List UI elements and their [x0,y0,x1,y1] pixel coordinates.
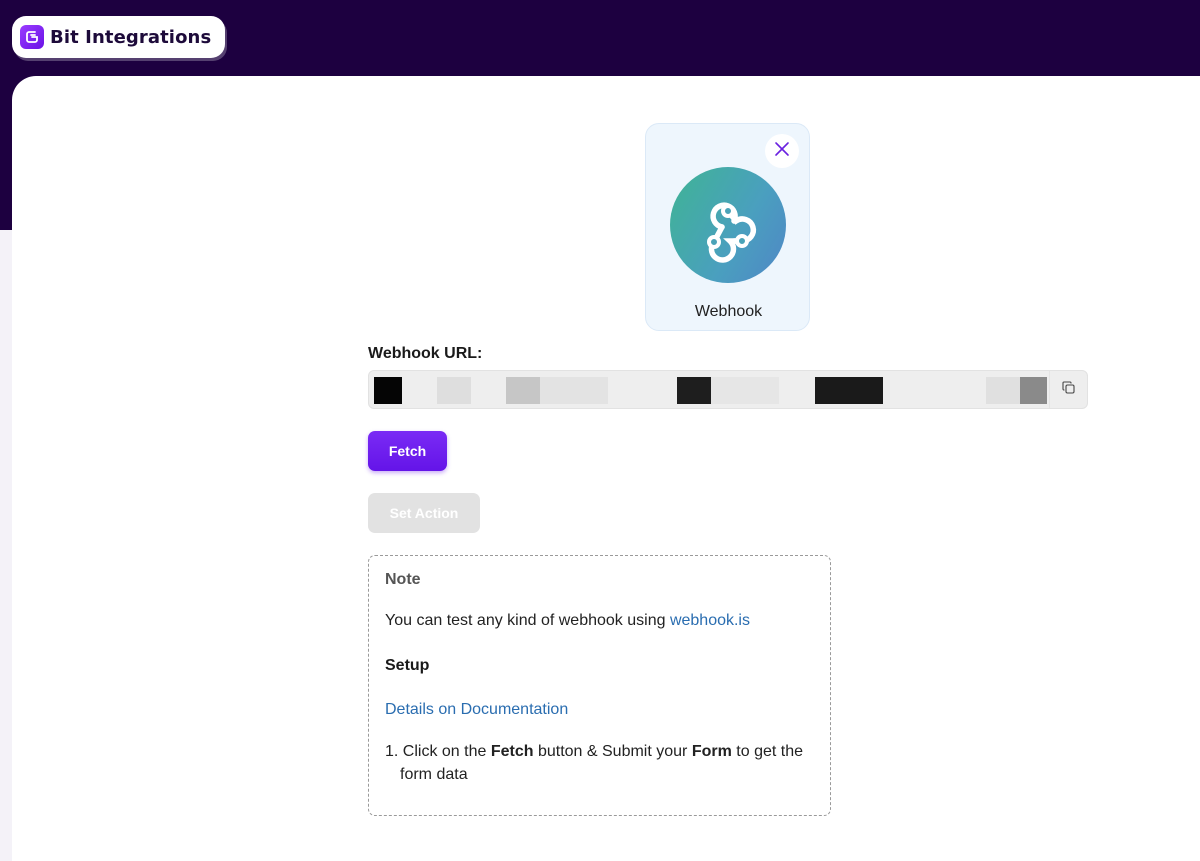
redacted-url-segment [437,377,471,404]
set-action-button[interactable]: Set Action [368,493,480,533]
redacted-url-segment [815,377,883,404]
note-title: Note [385,571,421,588]
redacted-url-segment [540,377,608,404]
selected-app-card: Webhook [645,123,810,331]
note-text-prefix: You can test any kind of webhook using [385,612,670,629]
redacted-url-segment [986,377,1020,404]
remove-app-button[interactable] [765,134,799,168]
webhook-url-label: Webhook URL: [368,345,483,362]
step-text: Click on the [402,743,491,760]
redacted-url-segment [677,377,711,404]
webhook-is-link[interactable]: webhook.is [670,612,750,629]
redacted-url-segment [711,377,779,404]
webhook-url-field[interactable] [368,370,1088,409]
step-bold-fetch: Fetch [490,743,534,760]
copy-icon [1062,380,1075,399]
documentation-link[interactable]: Details on Documentation [385,701,568,719]
brand-logo-badge[interactable]: Bit Integrations [12,16,226,58]
redacted-url-segment [374,377,402,404]
close-icon [774,141,790,162]
app-name: Webhook [694,303,763,320]
fetch-button[interactable]: Fetch [368,431,447,471]
setup-title: Setup [385,657,430,674]
brand-name: Bit Integrations [50,26,212,48]
setup-step: 1. Click on the Fetch button & Submit yo… [385,740,815,786]
step-bold-form: Form [691,743,732,760]
copy-url-button[interactable] [1049,371,1087,408]
left-sidebar-strip [0,230,12,861]
redacted-url-segment [1020,377,1047,404]
step-number: 1. [385,743,399,760]
redacted-url-segment [506,377,540,404]
step-text: button & Submit your [533,743,692,760]
webhook-icon [670,167,786,283]
note-text: You can test any kind of webhook using w… [385,612,750,630]
note-box: Note You can test any kind of webhook us… [368,555,831,816]
setup-steps: 1. Click on the Fetch button & Submit yo… [385,740,815,786]
bit-integrations-logo-icon [20,25,44,49]
